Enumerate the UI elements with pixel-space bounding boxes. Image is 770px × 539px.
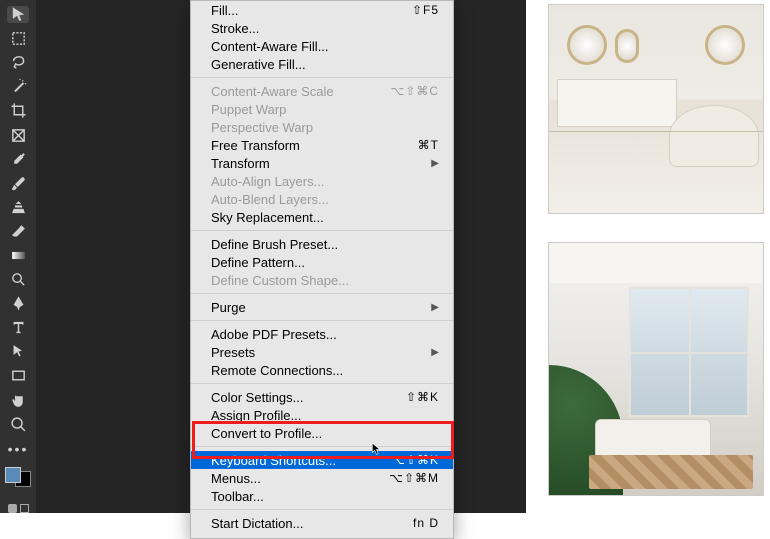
thumbnail-bathroom[interactable] <box>548 4 764 214</box>
chevron-right-icon: ▶ <box>431 158 439 169</box>
eyedropper-tool[interactable] <box>7 151 29 168</box>
path-select-tool[interactable] <box>7 343 29 360</box>
brush-tool[interactable] <box>7 175 29 192</box>
menu-item-define-pattern[interactable]: Define Pattern... <box>191 253 453 271</box>
color-swatches[interactable] <box>5 467 31 487</box>
menu-item-content-aware-fill[interactable]: Content-Aware Fill... <box>191 37 453 55</box>
menu-item-free-transform[interactable]: Free Transform⌘T <box>191 136 453 154</box>
menu-item-content-aware-scale: Content-Aware Scale⌥⇧⌘C <box>191 82 453 100</box>
gradient-tool[interactable] <box>7 247 29 264</box>
zoom-tool[interactable] <box>7 416 29 433</box>
menu-item-sky-replacement[interactable]: Sky Replacement... <box>191 208 453 226</box>
menu-item-convert-profile[interactable]: Convert to Profile... <box>191 424 453 442</box>
crop-tool[interactable] <box>7 102 29 119</box>
menu-item-menus[interactable]: Menus...⌥⇧⌘M <box>191 469 453 487</box>
menu-item-transform[interactable]: Transform▶ <box>191 154 453 172</box>
magic-wand-tool[interactable] <box>7 78 29 95</box>
frame-tool[interactable] <box>7 126 29 143</box>
menu-item-assign-profile[interactable]: Assign Profile... <box>191 406 453 424</box>
chevron-right-icon: ▶ <box>431 347 439 358</box>
menu-item-perspective-warp: Perspective Warp <box>191 118 453 136</box>
rectangle-tool[interactable] <box>7 367 29 384</box>
menu-item-generative-fill[interactable]: Generative Fill... <box>191 55 453 73</box>
menu-item-fill[interactable]: Fill...⇧F5 <box>191 1 453 19</box>
edit-toolbar-icon[interactable]: ••• <box>8 444 29 454</box>
lasso-tool[interactable] <box>7 54 29 71</box>
menu-item-toolbar[interactable]: Toolbar... <box>191 487 453 505</box>
menu-item-stroke[interactable]: Stroke... <box>191 19 453 37</box>
thumbnail-living-room[interactable] <box>548 242 764 496</box>
type-tool[interactable] <box>7 319 29 336</box>
hand-tool[interactable] <box>7 392 29 409</box>
menu-item-auto-blend: Auto-Blend Layers... <box>191 190 453 208</box>
clone-stamp-tool[interactable] <box>7 199 29 216</box>
menu-item-keyboard-shortcuts[interactable]: Keyboard Shortcuts...⌥⇧⌘K <box>191 451 453 469</box>
move-tool[interactable] <box>7 6 29 23</box>
menu-item-presets[interactable]: Presets▶ <box>191 343 453 361</box>
edit-menu: Fill...⇧F5 Stroke... Content-Aware Fill.… <box>190 0 454 539</box>
eraser-tool[interactable] <box>7 223 29 240</box>
menu-item-color-settings[interactable]: Color Settings...⇧⌘K <box>191 388 453 406</box>
screen-mode-icons[interactable] <box>8 504 29 513</box>
menu-item-define-shape: Define Custom Shape... <box>191 271 453 289</box>
menu-item-purge[interactable]: Purge▶ <box>191 298 453 316</box>
chevron-right-icon: ▶ <box>431 302 439 313</box>
menu-item-puppet-warp: Puppet Warp <box>191 100 453 118</box>
marquee-tool[interactable] <box>7 30 29 47</box>
menu-item-start-dictation[interactable]: Start Dictation...fn D <box>191 514 453 532</box>
menu-item-define-brush[interactable]: Define Brush Preset... <box>191 235 453 253</box>
menu-item-remote-connections[interactable]: Remote Connections... <box>191 361 453 379</box>
thumbnail-panel <box>542 0 770 513</box>
pen-tool[interactable] <box>7 295 29 312</box>
menu-item-auto-align: Auto-Align Layers... <box>191 172 453 190</box>
tools-panel: ••• <box>0 0 36 513</box>
menu-item-pdf-presets[interactable]: Adobe PDF Presets... <box>191 325 453 343</box>
dodge-tool[interactable] <box>7 271 29 288</box>
